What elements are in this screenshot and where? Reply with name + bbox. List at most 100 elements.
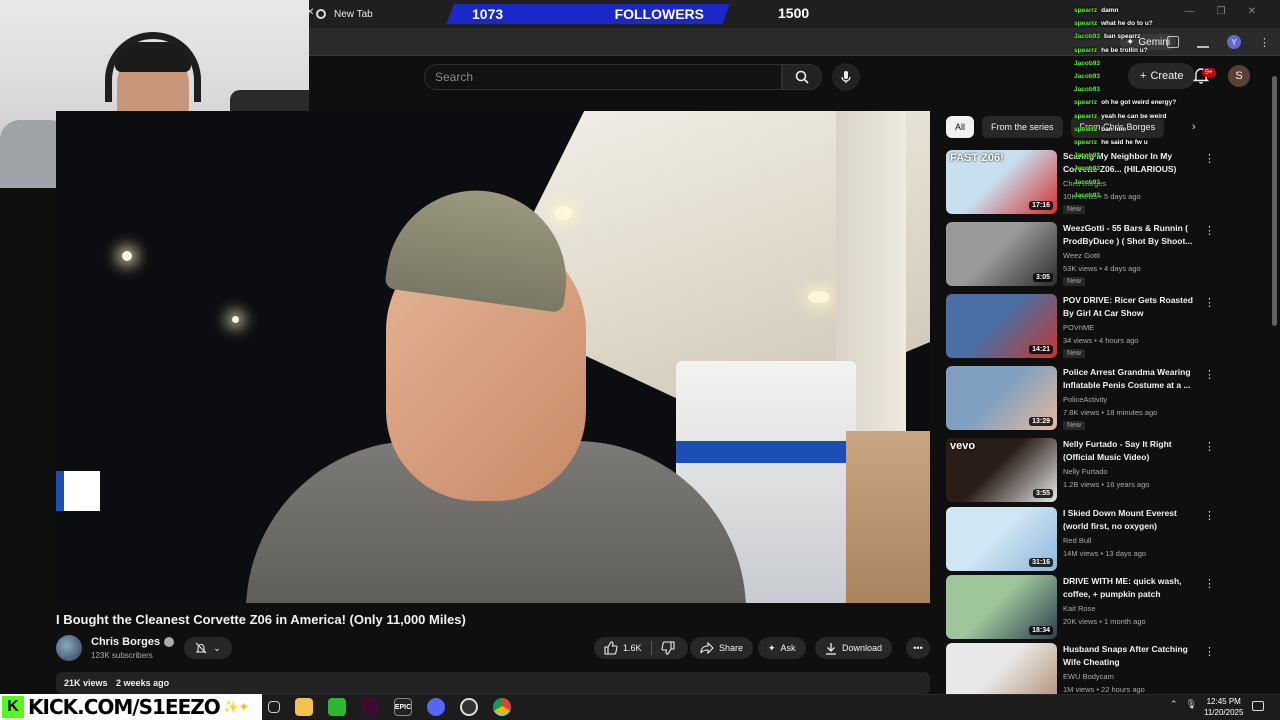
thumbnail-text: FAST Z06! [950,152,1004,164]
microphone-icon[interactable]: 🎙 [1186,699,1197,710]
video-duration: 18:34 [1029,626,1053,635]
chat-username[interactable]: spearrz [1074,20,1097,27]
account-avatar[interactable]: S [1228,65,1250,87]
chat-message: Jacob93 [1074,176,1204,189]
chat-username[interactable]: spearrz [1074,126,1097,133]
new-badge: New [1063,205,1086,214]
search-input[interactable]: Search [424,64,782,90]
video-thumbnail[interactable]: FAST Z06! 17:16 [946,150,1057,214]
like-button[interactable]: 1.6K [604,641,642,655]
chat-username[interactable]: Jacob93 [1074,179,1100,186]
chat-username[interactable]: spearrz [1074,113,1097,120]
epic-games-icon[interactable]: EPIC [394,698,412,716]
recommended-video[interactable]: 18:34 DRIVE WITH ME: quick wash, coffee, … [946,575,1226,641]
chat-username[interactable]: spearrz [1074,139,1097,146]
channel-name[interactable]: PoliceActivity [1063,395,1107,404]
recommended-video[interactable]: 14:21 POV DRIVE: Ricer Gets Roasted By Gi… [946,294,1226,360]
scrollbar-thumb[interactable] [1272,76,1277,326]
chat-text: what he do to u? [1101,20,1153,28]
discord-icon[interactable] [427,698,445,716]
channel-name[interactable]: Chris Borges [91,636,160,648]
chat-username[interactable]: spearrz [1074,99,1097,106]
close-window-icon[interactable]: ✕ [1248,6,1256,17]
subscriber-count: 123K subscribers [91,651,153,660]
chat-username[interactable]: Jacob93 [1074,192,1100,199]
profile-avatar[interactable]: Y [1227,35,1241,49]
video-thumbnail[interactable]: 13:29 [946,366,1057,430]
video-title-link[interactable]: DRIVE WITH ME: quick wash, coffee, + pum… [1063,575,1198,601]
recommended-video[interactable]: vevo 3:55 Nelly Furtado - Say It Right (Of… [946,438,1226,504]
chat-username[interactable]: Jacob93 [1074,60,1100,67]
more-actions-button[interactable]: ••• [906,637,930,659]
video-title-link[interactable]: POV DRIVE: Ricer Gets Roasted By Girl At… [1063,294,1198,320]
channel-name[interactable]: POVnME [1063,323,1094,332]
more-vertical-icon[interactable]: ⋮ [1204,152,1215,165]
more-vertical-icon[interactable]: ⋮ [1204,296,1215,309]
channel-avatar[interactable] [56,635,82,661]
chat-username[interactable]: Jacob93 [1074,33,1100,40]
channel-name[interactable]: EWU Bodycam [1063,672,1114,681]
video-title-link[interactable]: WeezGotti - 55 Bars & Runnin ( ProdByDuc… [1063,222,1198,248]
recommended-video[interactable]: 13:29 Police Arrest Grandma Wearing Infla… [946,366,1226,432]
notification-center-icon[interactable] [1252,701,1264,711]
chip-all[interactable]: All [946,116,975,138]
browser-menu-icon[interactable]: ⋮ [1259,36,1270,49]
voice-search-button[interactable] [832,63,860,91]
taskbar-clock[interactable]: 12:45 PM 11/20/2025 [1204,696,1243,718]
more-vertical-icon[interactable]: ⋮ [1204,577,1215,590]
tab-new-tab[interactable]: New Tab [316,4,436,24]
chat-text: he be trollin u? [1101,46,1148,54]
video-thumbnail[interactable]: 31:16 [946,507,1057,571]
video-duration: 17:16 [1029,201,1053,210]
capcut-icon[interactable] [361,698,379,716]
microphone-icon [841,71,851,83]
channel-name[interactable]: Weez Gotti [1063,251,1100,260]
chat-message: spearrz he said he fw u [1074,136,1204,149]
video-title-link[interactable]: I Skied Down Mount Everest (world first,… [1063,507,1198,533]
channel-name[interactable]: Kait Rose [1063,604,1096,613]
maximize-icon[interactable]: ❐ [1217,6,1226,17]
chat-username[interactable]: spearrz [1074,47,1097,54]
recommended-video[interactable]: 3:05 WeezGotti - 55 Bars & Runnin ( ProdB… [946,222,1226,288]
more-vertical-icon[interactable]: ⋮ [1204,645,1215,658]
subscribed-button[interactable]: ⌄ [184,637,232,659]
chat-username[interactable]: Jacob93 [1074,73,1100,80]
video-title-link[interactable]: Husband Snaps After Catching Wife Cheati… [1063,643,1198,669]
ask-button[interactable]: ✦ Ask [758,637,806,659]
thumbs-down-icon[interactable] [660,641,675,655]
channel-name[interactable]: Red Bull [1063,536,1091,545]
video-duration: 13:29 [1029,417,1053,426]
video-thumbnail[interactable]: vevo 3:55 [946,438,1057,502]
video-thumbnail[interactable]: 3:05 [946,222,1057,286]
chat-username[interactable]: Jacob93 [1074,86,1100,93]
xbox-app-icon[interactable] [328,698,346,716]
chat-username[interactable]: Jacob93 [1074,165,1100,172]
chip-from-series[interactable]: From the series [982,116,1063,138]
channel-name-row[interactable]: Chris Borges [91,636,175,648]
video-description-box[interactable]: 21K views 2 weeks ago [56,672,930,694]
more-vertical-icon[interactable]: ⋮ [1204,440,1215,453]
chrome-icon[interactable] [493,698,511,716]
recommended-video[interactable]: 31:16 I Skied Down Mount Everest (world f… [946,507,1226,573]
video-title-link[interactable]: Police Arrest Grandma Wearing Inflatable… [1063,366,1198,392]
task-view-icon[interactable] [268,701,280,713]
video-title-link[interactable]: Nelly Furtado - Say It Right (Official M… [1063,438,1198,464]
more-vertical-icon[interactable]: ⋮ [1204,368,1215,381]
file-explorer-icon[interactable] [295,698,313,716]
share-button[interactable]: Share [690,637,754,659]
video-thumbnail[interactable]: 18:34 [946,575,1057,639]
more-vertical-icon[interactable]: ⋮ [1204,509,1215,522]
chat-username[interactable]: spearrz [1074,7,1097,14]
video-player[interactable] [56,111,930,603]
video-metadata: 1.2B views • 16 years ago [1063,480,1150,489]
search-button[interactable] [782,64,822,90]
page-scrollbar[interactable] [1270,66,1278,696]
more-vertical-icon[interactable]: ⋮ [1204,224,1215,237]
download-button[interactable]: Download [815,637,893,659]
chevron-up-icon[interactable]: ⌃ [1170,699,1178,710]
chat-message: Jacob93 [1074,70,1204,83]
channel-name[interactable]: Nelly Furtado [1063,467,1108,476]
obs-icon[interactable] [460,698,478,716]
video-thumbnail[interactable]: 14:21 [946,294,1057,358]
chat-username[interactable]: Jacob93 [1074,152,1100,159]
